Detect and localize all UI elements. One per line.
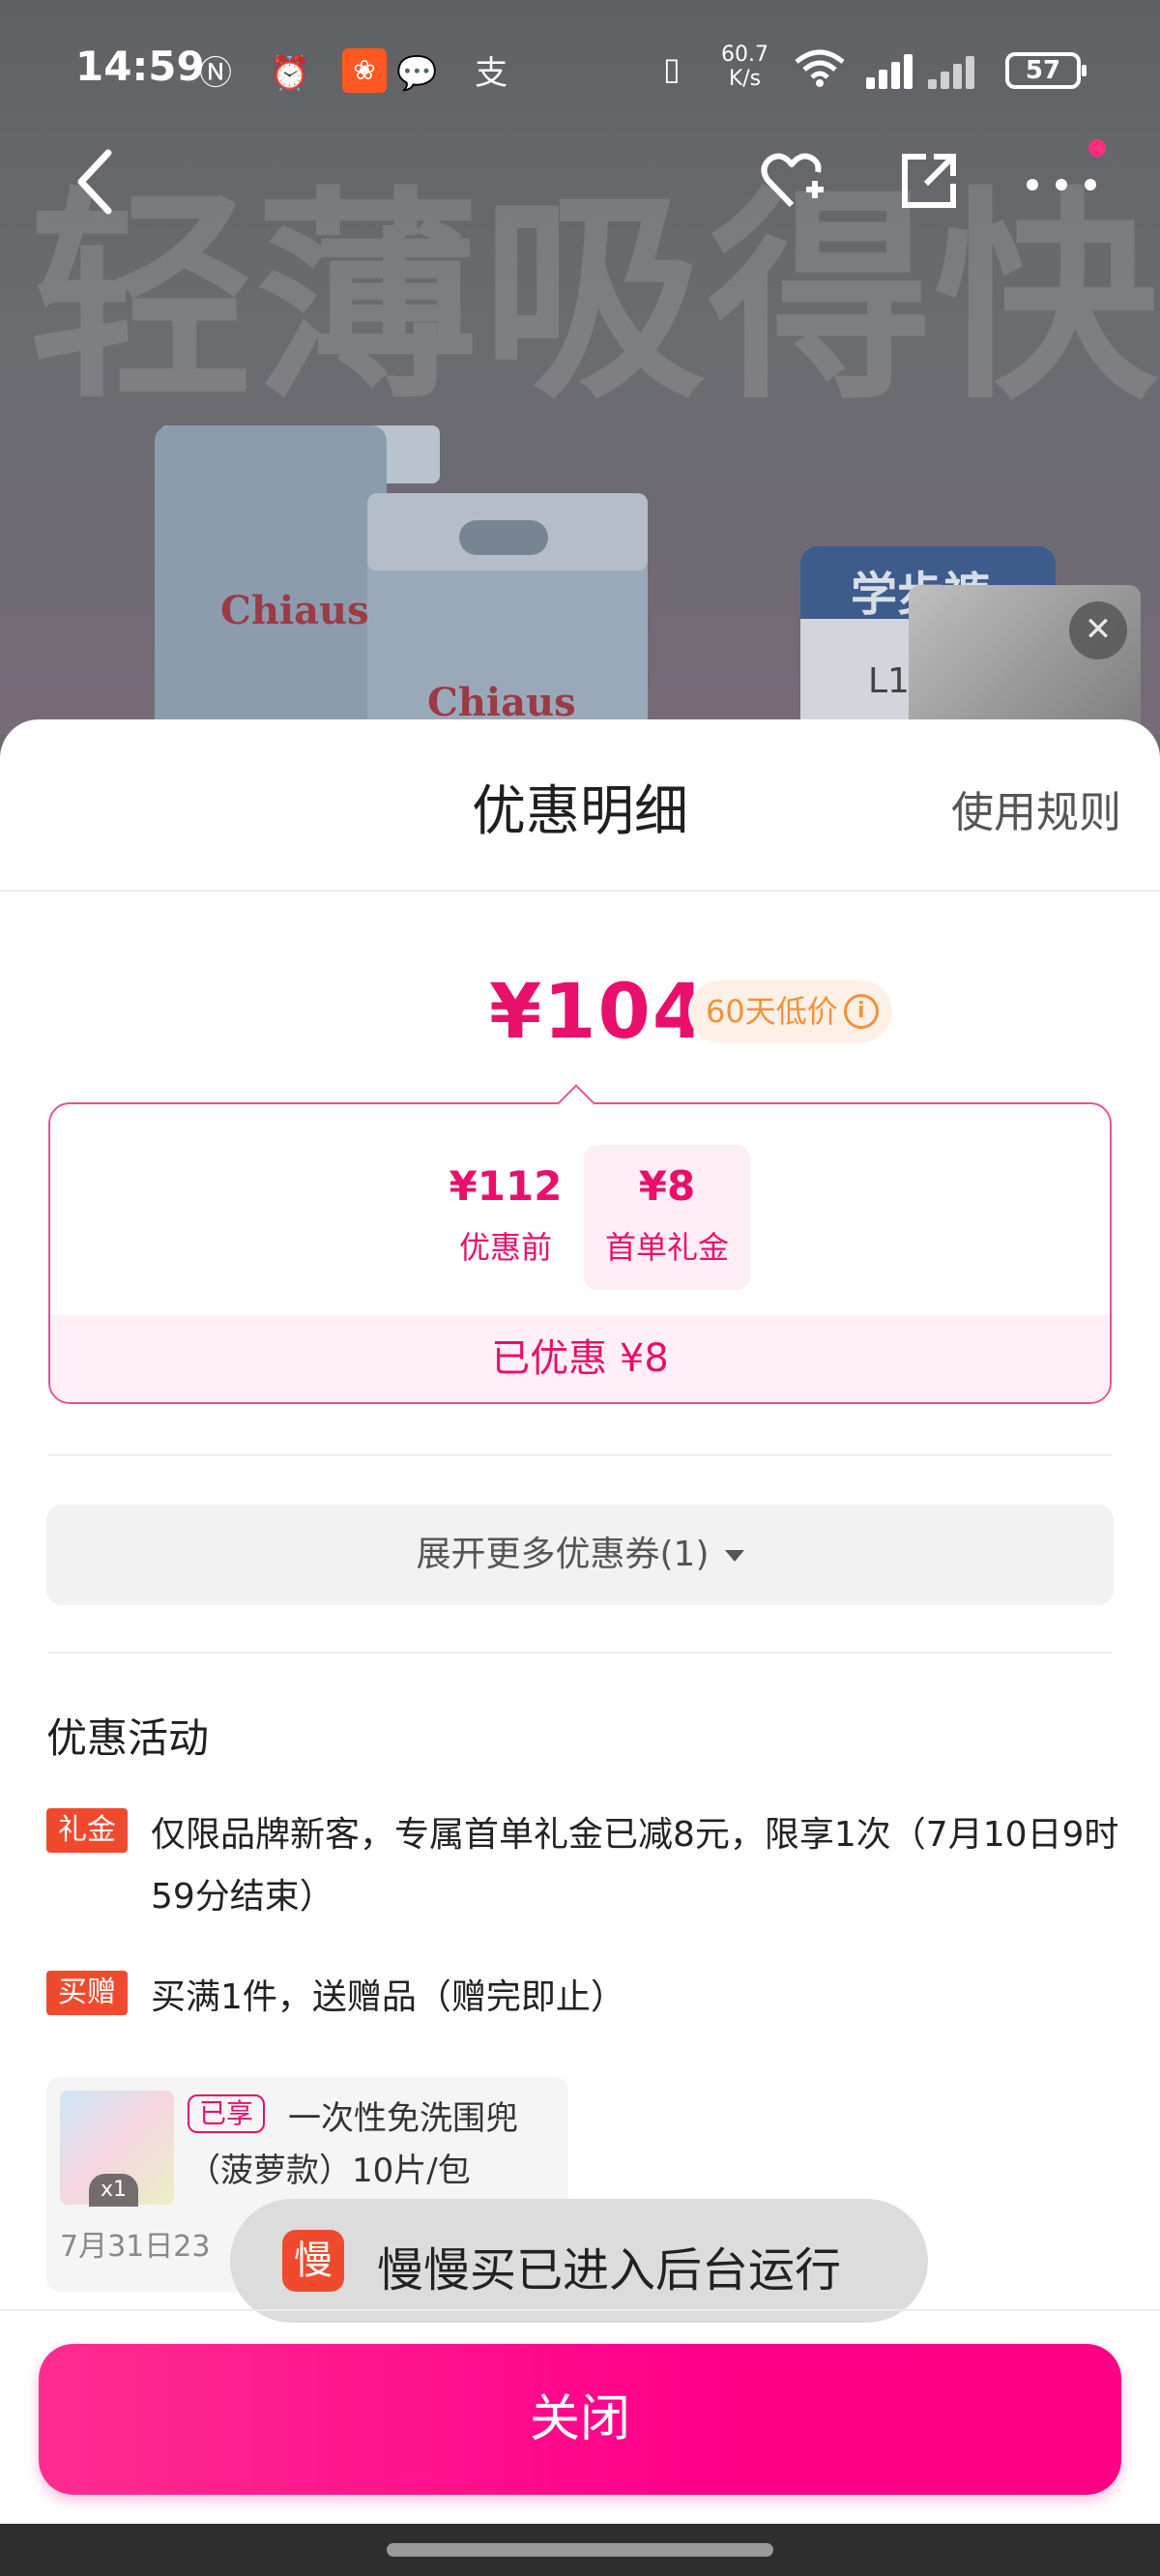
more-options-icon[interactable] [1021,170,1102,199]
status-time: 14:59 [75,43,205,90]
promo-text: 仅限品牌新客，专属首单礼金已减8元，限享1次（7月10日9时59分结束） [151,1815,1119,1917]
network-speed-value: 60.7 [721,43,768,67]
promo-tag: 礼金 [46,1808,128,1853]
price-calculation-box: ¥112 优惠前 - ¥8 首单礼金 已优惠 ¥8 [48,1102,1112,1404]
manmanmai-app-icon: 慢 [282,2230,344,2292]
info-icon[interactable]: i [843,994,879,1029]
gift-amount: ¥8 [638,1162,696,1210]
discount-detail-sheet: 优惠明细 使用规则 ¥104 60天低价 i ¥112 优惠前 - ¥8 首单礼… [0,719,1160,2576]
gift-quantity: x1 [89,2174,139,2207]
promo-item: 礼金 仅限品牌新客，专属首单礼金已减8元，限享1次（7月10日9时59分结束） [46,1804,1119,1928]
back-icon[interactable] [68,143,126,220]
promo-item: 买赠 买满1件，送赠品（赠完即止） [46,1967,1119,2029]
usage-rules-link[interactable]: 使用规则 [951,777,1121,839]
signal-icon [866,50,992,89]
close-video-icon[interactable]: ✕ [1069,601,1127,659]
expand-more-coupons-button[interactable]: 展开更多优惠券(1) [46,1505,1114,1605]
wifi-icon [793,48,847,95]
chevron-down-icon [724,1550,744,1562]
app-notification-icon: ❀ [342,48,387,93]
original-price: ¥112 [449,1162,563,1210]
gift-deadline: 7月31日23 [60,2230,211,2264]
divider [48,1652,1112,1654]
promo-section-title: 优惠活动 [46,1714,210,1762]
product-bag [155,425,387,735]
final-price: ¥104 [489,969,708,1056]
brand-logo: Chiaus [220,588,369,633]
close-button[interactable]: 关闭 [39,2344,1121,2495]
sheet-header: 优惠明细 使用规则 [0,719,1160,892]
divider [48,1454,1112,1456]
product-bag-handle [459,520,548,555]
product-box-size: L1 [868,661,910,701]
network-speed-unit: K/s [728,67,762,91]
gift-claimed-tag: 已享 [188,2094,266,2133]
wechat-alipay-icons: 💬 支 [396,54,522,93]
home-indicator[interactable] [387,2543,773,2557]
favorite-add-icon[interactable] [758,147,826,215]
original-price-column: ¥112 优惠前 [423,1162,588,1268]
expand-more-coupons-label: 展开更多优惠券(1) [416,1535,710,1574]
background-run-toast: 慢 慢慢买已进入后台运行 [230,2199,928,2323]
notification-dot [1088,139,1106,157]
status-bar: 14:59 Ⓝ ⏰ ✱ ❀ 💬 支 ▯ 60.7 K/s 57 [0,0,1160,126]
vibrate-icon: ▯ [663,50,681,87]
battery-icon: 57 [1005,52,1087,89]
share-icon[interactable] [897,149,961,213]
network-speed: 60.7 K/s [721,43,768,91]
gift-label: 首单礼金 [604,1229,729,1266]
first-order-gift-column: ¥8 首单礼金 [584,1145,750,1290]
product-slogan: 轻薄吸得快 [29,168,1160,429]
original-price-label: 优惠前 [458,1229,552,1266]
divider [0,2309,1160,2311]
promo-tag: 买赠 [46,1971,128,2015]
low-price-badge[interactable]: 60天低价 i [688,981,892,1042]
low-price-badge-label: 60天低价 [706,993,838,1030]
promo-text: 买满1件，送赠品（赠完即止） [151,1977,625,2017]
total-saved: 已优惠 ¥8 [50,1315,1110,1402]
toast-message: 慢慢买已进入后台运行 [377,2243,842,2298]
